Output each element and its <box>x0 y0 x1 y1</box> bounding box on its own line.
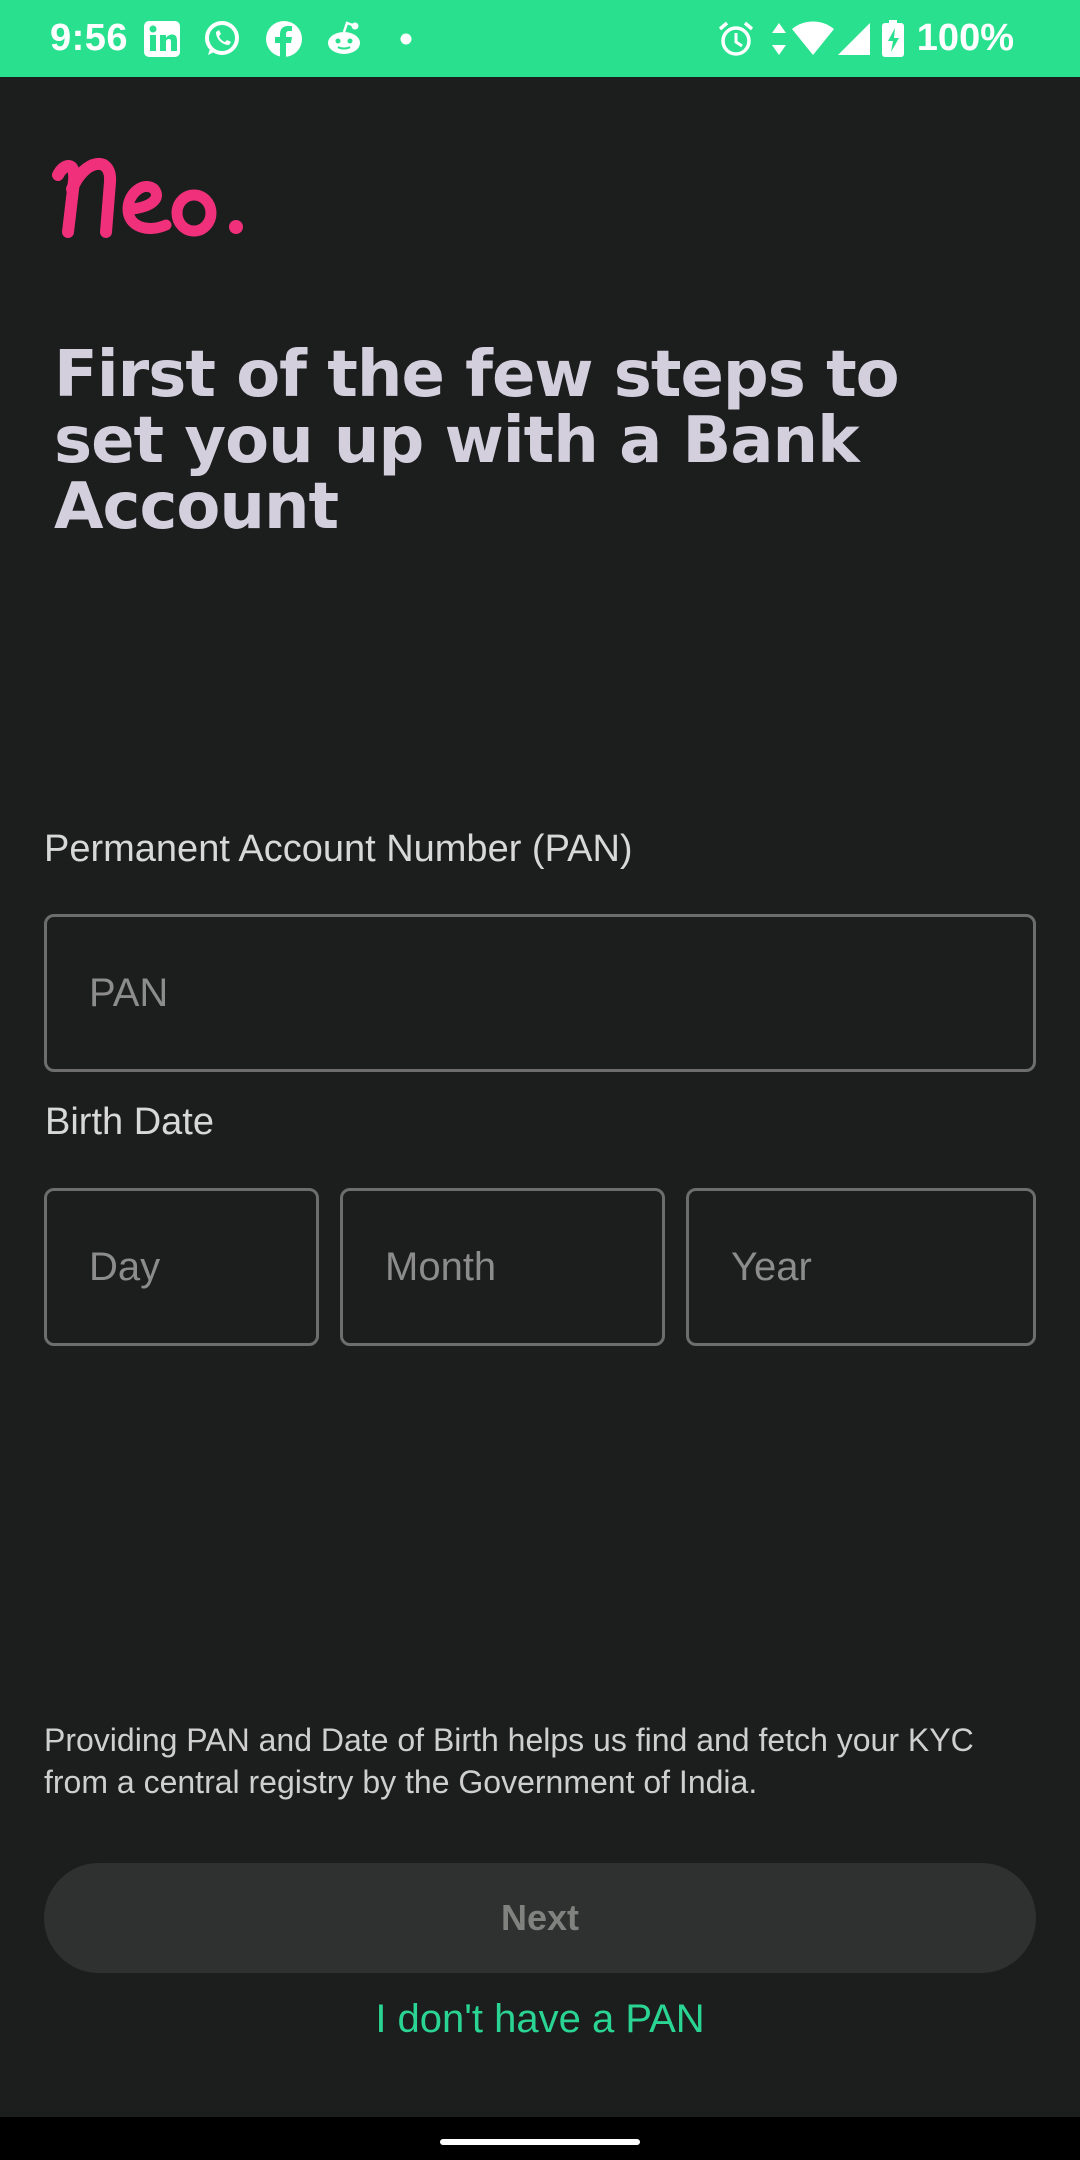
pan-label: Permanent Account Number (PAN) <box>44 828 633 870</box>
pan-placeholder: PAN <box>89 970 169 1015</box>
page-title: First of the few steps to set you up wit… <box>54 338 900 544</box>
signal-icon <box>834 19 874 59</box>
pan-input[interactable]: PAN <box>44 914 1036 1072</box>
day-input[interactable]: Day <box>44 1188 319 1346</box>
helper-text: Providing PAN and Date of Birth helps us… <box>44 1722 974 1800</box>
facebook-icon <box>264 19 304 59</box>
battery-percentage: 100% <box>916 17 1014 59</box>
navigation-bar <box>0 2117 1080 2160</box>
linkedin-icon <box>142 19 182 59</box>
day-placeholder: Day <box>89 1244 161 1289</box>
wifi-icon <box>790 19 836 59</box>
month-input[interactable]: Month <box>340 1188 665 1346</box>
year-placeholder: Year <box>731 1244 812 1289</box>
reddit-icon <box>324 19 364 59</box>
battery-charging-icon <box>880 19 906 59</box>
whatsapp-icon <box>202 19 242 59</box>
home-indicator[interactable] <box>440 2139 640 2145</box>
data-arrows-icon <box>766 19 792 59</box>
status-time: 9:56 <box>50 17 129 59</box>
year-input[interactable]: Year <box>686 1188 1036 1346</box>
status-bar: 9:56 100% <box>0 0 1080 77</box>
no-pan-link[interactable]: I don't have a PAN <box>0 1995 1080 2043</box>
birth-date-label: Birth Date <box>45 1101 214 1143</box>
neo-logo <box>50 137 250 247</box>
alarm-icon <box>716 19 756 59</box>
month-placeholder: Month <box>385 1244 497 1289</box>
kyc-screen: First of the few steps to set you up wit… <box>0 77 1080 2117</box>
next-button[interactable]: Next <box>44 1863 1036 1973</box>
dot-icon <box>386 19 426 59</box>
